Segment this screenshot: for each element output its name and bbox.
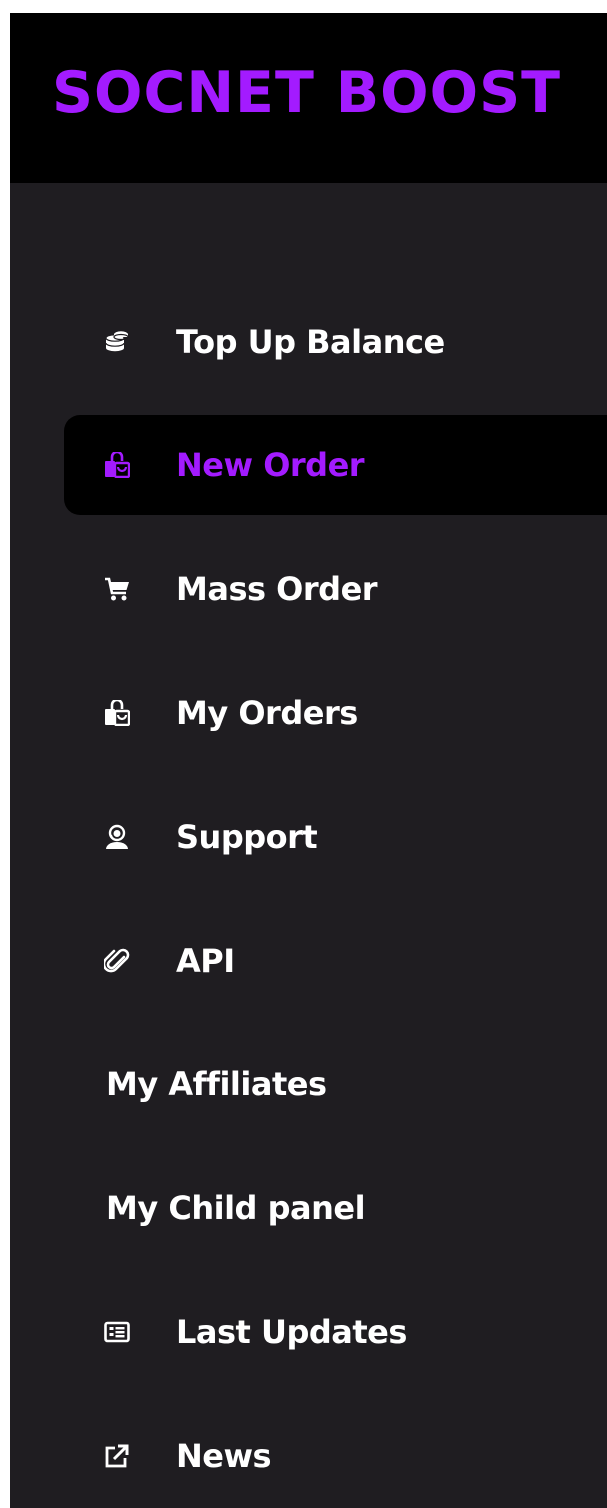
paperclip-icon xyxy=(104,948,130,974)
sidebar-item-last-updates[interactable]: Last Updates xyxy=(64,1282,607,1382)
sidebar-item-support[interactable]: Support xyxy=(64,787,607,887)
shopping-bag-icon xyxy=(104,452,130,478)
sidebar-item-label: Top Up Balance xyxy=(176,323,445,361)
sidebar-item-my-orders[interactable]: My Orders xyxy=(64,663,607,763)
sidebar-item-label: New Order xyxy=(176,446,365,484)
sidebar-item-label: News xyxy=(176,1437,272,1475)
sidebar-item-new-order[interactable]: New Order xyxy=(64,415,607,515)
sidebar-item-news[interactable]: News xyxy=(64,1406,607,1506)
sidebar-item-api[interactable]: API xyxy=(64,911,607,1011)
sidebar-item-label: My Affiliates xyxy=(106,1065,327,1103)
sidebar-item-label: API xyxy=(176,942,235,980)
coins-icon xyxy=(104,329,130,355)
sidebar-item-label: Last Updates xyxy=(176,1313,407,1351)
sidebar-item-label: My Child panel xyxy=(106,1189,366,1227)
cart-icon xyxy=(104,576,130,602)
sidebar-item-top-up-balance[interactable]: Top Up Balance xyxy=(64,292,607,392)
sidebar-item-my-affiliates[interactable]: My Affiliates xyxy=(64,1034,607,1134)
support-agent-icon xyxy=(104,824,130,850)
shopping-bag-icon xyxy=(104,700,130,726)
sidebar-nav: Top Up Balance New Order Mass Order My O… xyxy=(10,13,607,1508)
newspaper-icon xyxy=(104,1319,130,1345)
sidebar-item-label: Support xyxy=(176,818,318,856)
sidebar-item-label: Mass Order xyxy=(176,570,378,608)
sidebar-item-label: My Orders xyxy=(176,694,358,732)
sidebar-item-my-child-panel[interactable]: My Child panel xyxy=(64,1158,607,1258)
external-link-icon xyxy=(104,1443,130,1469)
sidebar: SOCNET BOOST Top Up Balance New Order Ma… xyxy=(10,13,607,1508)
sidebar-item-mass-order[interactable]: Mass Order xyxy=(64,539,607,639)
